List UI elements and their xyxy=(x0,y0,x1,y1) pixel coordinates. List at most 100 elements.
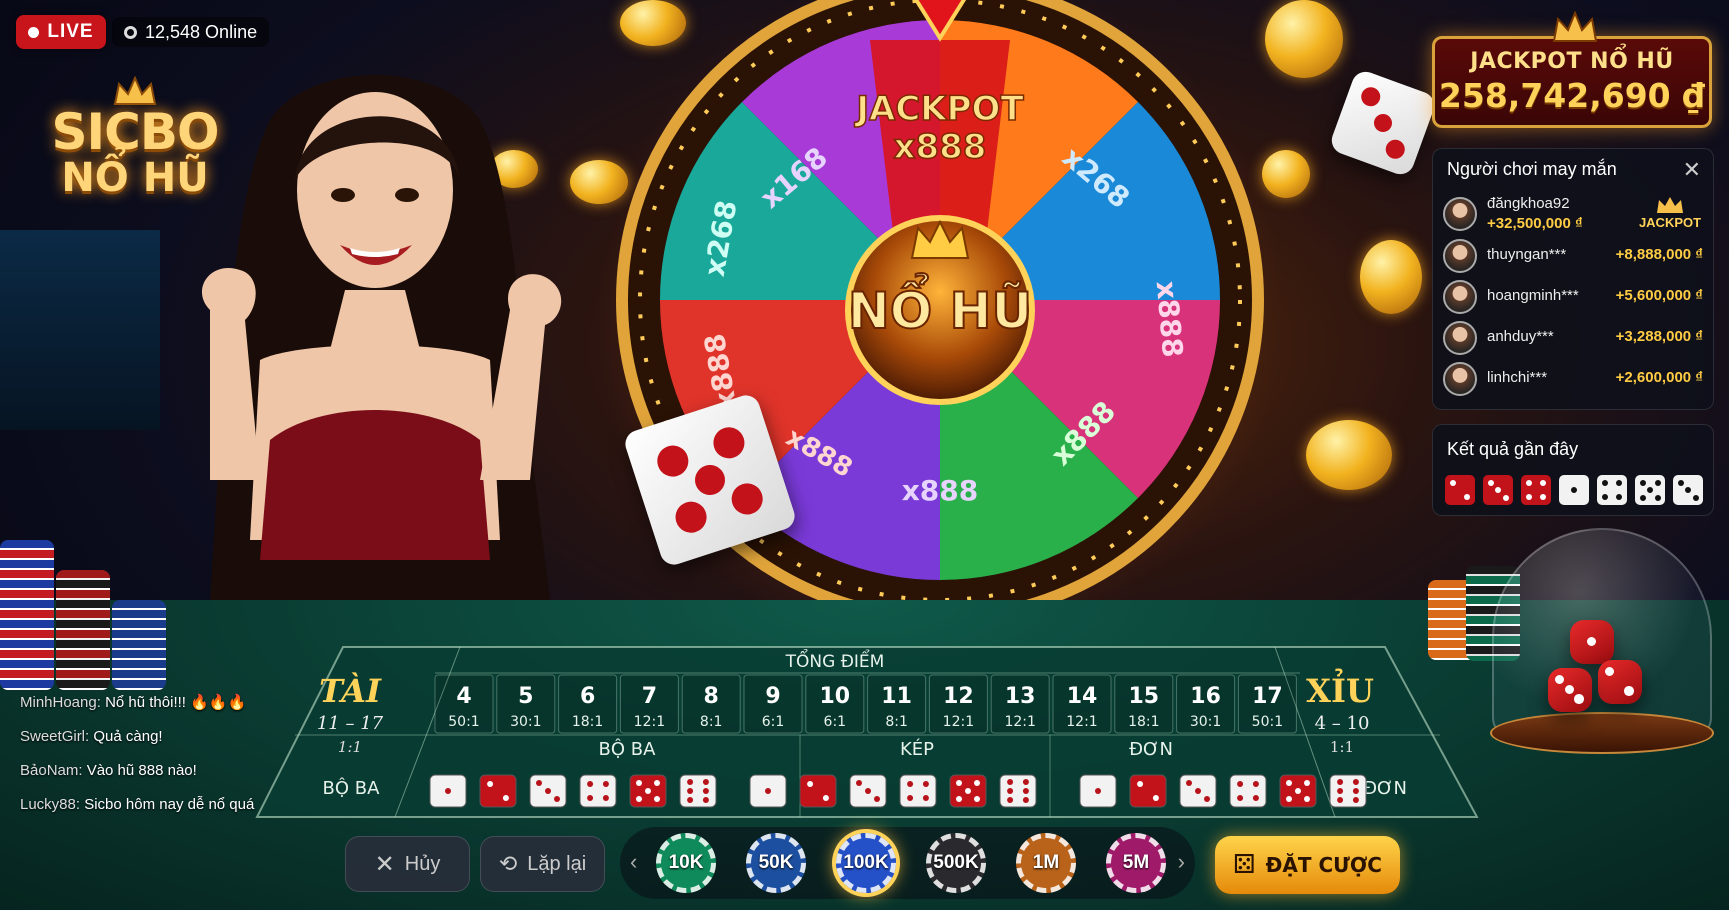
total-cell[interactable]: 12 12:1 xyxy=(928,674,988,734)
result-dice-icon xyxy=(1673,475,1703,505)
left-backdrop xyxy=(0,230,160,430)
coin-icon xyxy=(1306,420,1392,490)
chevron-right-icon[interactable]: › xyxy=(1178,849,1185,875)
cancel-label: Hủy xyxy=(404,852,441,875)
bo-ba-side-label: BỘ BA xyxy=(323,777,381,799)
online-icon xyxy=(124,25,137,39)
bet-dice-icon[interactable] xyxy=(949,774,987,808)
jackpot-badge: JACKPOT xyxy=(1635,195,1705,230)
dice-icon xyxy=(1570,620,1614,664)
total-cell[interactable]: 5 30:1 xyxy=(496,674,556,734)
chip-50k[interactable]: 50K xyxy=(746,833,806,893)
total-odds: 8:1 xyxy=(700,714,723,730)
lucky-players-title: Người chơi may mắn xyxy=(1447,159,1617,179)
place-bet-button[interactable]: ⚄ ĐẶT CƯỢC xyxy=(1215,836,1400,894)
total-cell[interactable]: 96:1 xyxy=(743,674,803,734)
chip-label: 500K xyxy=(933,852,979,873)
total-cell[interactable]: 118:1 xyxy=(867,674,927,734)
wheel-segment-label: x888 xyxy=(902,474,979,507)
wheel-center-label: NỔ HŨ xyxy=(848,273,1032,340)
bet-dice-icon[interactable] xyxy=(629,774,667,808)
cancel-button[interactable]: ✕ Hủy xyxy=(345,836,470,892)
chat-text: Nổ hũ thôi!!! 🔥🔥🔥 xyxy=(105,694,247,711)
chip-stack xyxy=(112,600,166,690)
jackpot-badge-label: JACKPOT xyxy=(1638,215,1702,230)
total-cell[interactable]: 106:1 xyxy=(805,674,865,734)
bet-dice-icon[interactable] xyxy=(1279,774,1317,808)
total-cell[interactable]: 13 12:1 xyxy=(990,674,1050,734)
lucky-player-row: thuyngan*** +8,888,000 ₫ xyxy=(1443,237,1705,275)
bet-dice-icon[interactable] xyxy=(1129,774,1167,808)
tai-odds: 1:1 xyxy=(338,738,362,756)
recent-results-title: Kết quả gần đây xyxy=(1447,439,1579,459)
player-name: đăngkhoa92 xyxy=(1487,195,1570,212)
close-icon[interactable]: ✕ xyxy=(1683,157,1701,183)
bet-dice-icon[interactable] xyxy=(899,774,937,808)
chip-5m[interactable]: 5M xyxy=(1106,833,1166,893)
player-amount: +2,600,000 ₫ xyxy=(1615,369,1703,386)
total-cell[interactable]: 4 50:1 xyxy=(434,674,494,734)
coin-icon xyxy=(1360,240,1422,314)
bet-dice-icon[interactable] xyxy=(479,774,517,808)
total-cell[interactable]: 15 18:1 xyxy=(1114,674,1174,734)
chip-1m[interactable]: 1M xyxy=(1016,833,1076,893)
total-odds: 18:1 xyxy=(572,714,603,730)
chip-500k[interactable]: 500K xyxy=(926,833,986,893)
bet-dice-icon[interactable] xyxy=(1229,774,1267,808)
chat-user: MinhHoang: xyxy=(20,694,101,711)
tai-label: TÀI xyxy=(319,672,382,710)
total-number: 4 xyxy=(456,684,471,709)
total-odds: 6:1 xyxy=(762,714,785,730)
total-odds: 12:1 xyxy=(634,714,665,730)
wheel-segment-label: x888 xyxy=(1150,280,1190,359)
dealer-illustration xyxy=(201,75,562,600)
player-amount: +8,888,000 ₫ xyxy=(1615,246,1703,263)
total-odds: 8:1 xyxy=(885,714,908,730)
chat-user: SweetGirl: xyxy=(20,728,90,745)
chip-100k[interactable]: 100K xyxy=(836,833,896,893)
betting-board: 450:1530:1618:1712:188:196:1106:1118:112… xyxy=(255,646,1479,818)
player-name: anhduy*** xyxy=(1487,328,1554,345)
bet-dice-icon[interactable] xyxy=(1179,774,1217,808)
dice-icon xyxy=(1327,67,1439,179)
bet-dice-icon[interactable] xyxy=(529,774,567,808)
don-side-label: ĐƠN xyxy=(1363,778,1407,799)
total-cell[interactable]: 14 12:1 xyxy=(1052,674,1112,734)
chip-label: 1M xyxy=(1032,852,1060,873)
result-dice-icon xyxy=(1597,475,1627,505)
total-cell[interactable]: 7 12:1 xyxy=(619,674,679,734)
xiu-range: 4 – 10 xyxy=(1315,713,1370,734)
total-cell[interactable]: 6 18:1 xyxy=(558,674,618,734)
chat-text: Vào hũ 888 nào! xyxy=(86,762,197,779)
total-cell[interactable]: 16 30:1 xyxy=(1176,674,1236,734)
repeat-label: Lặp lại xyxy=(527,852,587,875)
bet-dice-icon[interactable] xyxy=(849,774,887,808)
bet-dice-icon[interactable] xyxy=(749,774,787,808)
bet-dice-icon[interactable] xyxy=(579,774,617,808)
chip-stack xyxy=(0,540,54,690)
total-number: 12 xyxy=(943,684,974,709)
dice-icon xyxy=(1548,668,1592,712)
total-cell[interactable]: 17 50:1 xyxy=(1237,674,1297,734)
bet-dice-icon[interactable] xyxy=(1079,774,1117,808)
repeat-button[interactable]: ⟲ Lặp lại xyxy=(480,836,605,892)
total-odds: 50:1 xyxy=(448,714,479,730)
bet-dice-icon[interactable] xyxy=(429,774,467,808)
total-cell[interactable]: 88:1 xyxy=(681,674,741,734)
total-number: 13 xyxy=(1005,684,1036,709)
bet-dice-icon[interactable] xyxy=(1329,774,1367,808)
chip-10k[interactable]: 10K xyxy=(656,833,716,893)
chevron-left-icon[interactable]: ‹ xyxy=(630,849,637,875)
chip-stack xyxy=(56,570,110,690)
player-name: linhchi*** xyxy=(1487,369,1548,386)
tai-range: 11 – 17 xyxy=(317,713,384,734)
chip-selector: ‹ › 10K 50K 100K 500K 1M 5M xyxy=(620,827,1195,899)
bet-dice-icon[interactable] xyxy=(999,774,1037,808)
bet-dice-icon[interactable] xyxy=(799,774,837,808)
chip-label: 100K xyxy=(843,852,889,873)
bet-dice-icon[interactable] xyxy=(679,774,717,808)
section-kep: KÉP xyxy=(900,738,934,760)
lucky-players-panel: Người chơi may mắn ✕ đăngkhoa92 +32,500,… xyxy=(1432,148,1714,410)
repeat-icon: ⟲ xyxy=(498,851,518,876)
live-label: LIVE xyxy=(47,21,94,42)
